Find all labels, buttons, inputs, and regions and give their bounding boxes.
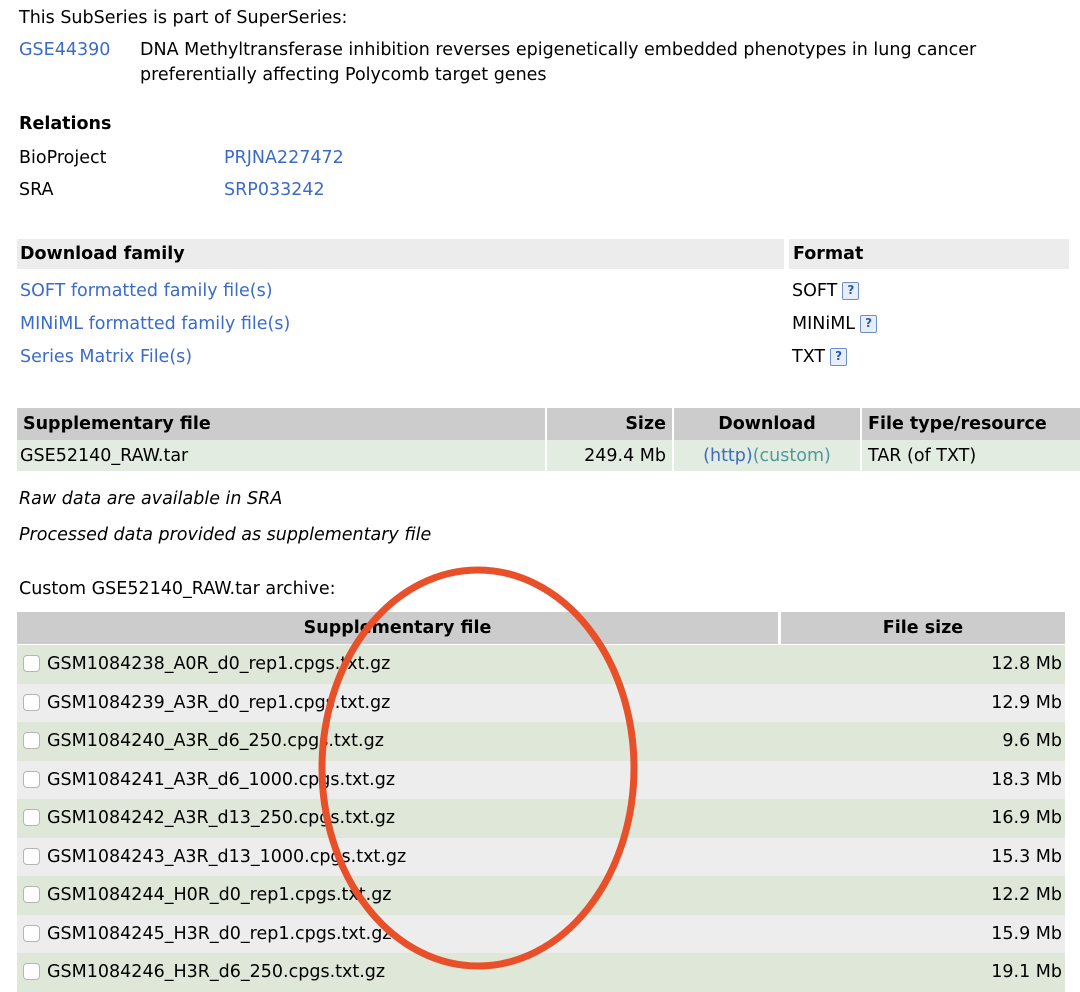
bioproject-link[interactable]: PRJNA227472 bbox=[224, 146, 344, 170]
archive-file-size: 12.9 Mb bbox=[991, 692, 1062, 713]
supplementary-file-table: Supplementary file Size Download File ty… bbox=[17, 408, 1080, 471]
archive-file-row: GSM1084241_A3R_d6_1000.cpgs.txt.gz 18.3 M… bbox=[17, 760, 1065, 799]
sra-link[interactable]: SRP033242 bbox=[224, 178, 325, 202]
archive-file-size: 12.8 Mb bbox=[991, 654, 1062, 674]
archive-file-name: GSM1084240_A3R_d6_250.cpgs.txt.gz bbox=[47, 731, 384, 751]
download-format-cell: SOFT? bbox=[792, 275, 860, 308]
file-select-checkbox[interactable] bbox=[23, 732, 40, 749]
archive-file-size: 16.9 Mb bbox=[991, 808, 1062, 828]
help-icon[interactable]: ? bbox=[842, 282, 860, 300]
archive-file-name: GSM1084241_A3R_d6_1000.cpgs.txt.gz bbox=[47, 769, 396, 790]
download-format-cell: MINiML? bbox=[792, 308, 878, 341]
format-label: TXT bbox=[792, 347, 826, 367]
file-select-checkbox[interactable] bbox=[23, 847, 40, 865]
archive-file-name: GSM1084238_A0R_d0_rep1.cpgs.txt.gz bbox=[47, 654, 391, 674]
superseries-title: DNA Methyltransferase inhibition reverse… bbox=[140, 40, 977, 85]
archive-file-size: 12.2 Mb bbox=[991, 885, 1062, 905]
archive-file-size: 15.3 Mb bbox=[991, 846, 1062, 867]
archive-file-name: GSM1084246_H3R_d6_250.cpgs.txt.gz bbox=[47, 962, 386, 982]
archive-file-name: GSM1084243_A3R_d13_1000.cpgs.txt.gz bbox=[47, 846, 407, 867]
custom-archive-row-list: GSM1084238_A0R_d0_rep1.cpgs.txt.gz 12.8 M… bbox=[17, 645, 1065, 992]
column-header-file-size: File size bbox=[781, 612, 1065, 644]
series-matrix-file-link[interactable]: Series Matrix File(s) bbox=[20, 341, 192, 374]
archive-file-row: GSM1084244_H0R_d0_rep1.cpgs.txt.gz 12.2 M… bbox=[17, 876, 1065, 915]
column-header-supplementary-file: Supplementary file bbox=[17, 408, 547, 440]
custom-archive-caption: Custom GSE52140_RAW.tar archive: bbox=[19, 579, 336, 599]
note-processed-data: Processed data provided as supplementary… bbox=[19, 525, 432, 545]
column-header-file-type: File type/resource bbox=[861, 408, 1080, 440]
supplementary-file-name: GSE52140_RAW.tar bbox=[17, 440, 547, 471]
download-custom-link[interactable]: (custom) bbox=[753, 446, 831, 466]
format-label: SOFT bbox=[792, 281, 838, 301]
note-raw-data: Raw data are available in SRA bbox=[19, 489, 283, 509]
file-select-checkbox[interactable] bbox=[23, 924, 40, 942]
archive-file-row: GSM1084246_H3R_d6_250.cpgs.txt.gz 19.1 Mb bbox=[17, 953, 1065, 992]
file-select-checkbox[interactable] bbox=[23, 963, 40, 980]
download-family-header: Download family Format bbox=[17, 239, 1069, 269]
file-select-checkbox[interactable] bbox=[23, 693, 40, 711]
format-label: MINiML bbox=[792, 314, 856, 334]
supplementary-file-size: 249.4 Mb bbox=[546, 440, 674, 471]
download-http-link[interactable]: (http) bbox=[703, 446, 753, 466]
table-row: GSE52140_RAW.tar 249.4 Mb (http)(custom)… bbox=[17, 440, 1080, 471]
download-family-row-soft: SOFT formatted family file(s) SOFT? bbox=[20, 275, 1060, 308]
file-select-checkbox[interactable] bbox=[23, 770, 40, 788]
file-select-checkbox[interactable] bbox=[23, 809, 40, 826]
relation-label: BioProject bbox=[19, 148, 107, 168]
archive-file-size: 18.3 Mb bbox=[991, 769, 1062, 790]
archive-file-row: GSM1084238_A0R_d0_rep1.cpgs.txt.gz 12.8 M… bbox=[17, 645, 1065, 684]
column-header-supplementary-file: Supplementary file bbox=[17, 612, 778, 644]
archive-file-row: GSM1084243_A3R_d13_1000.cpgs.txt.gz 15.3 … bbox=[17, 837, 1065, 876]
archive-file-name: GSM1084239_A3R_d0_rep1.cpgs.txt.gz bbox=[47, 692, 391, 713]
download-family-header-label: Download family bbox=[17, 239, 784, 269]
superseries-intro-text: This SubSeries is part of SuperSeries: bbox=[19, 8, 348, 28]
download-format-cell: TXT? bbox=[792, 341, 848, 374]
miniml-family-file-link[interactable]: MINiML formatted family file(s) bbox=[20, 308, 290, 341]
soft-family-file-link[interactable]: SOFT formatted family file(s) bbox=[20, 275, 273, 308]
archive-file-size: 15.9 Mb bbox=[991, 923, 1062, 944]
table-header-row: Supplementary file Size Download File ty… bbox=[17, 408, 1080, 440]
file-select-checkbox[interactable] bbox=[23, 655, 40, 672]
custom-archive-header: Supplementary file File size bbox=[17, 612, 1065, 644]
relations-heading: Relations bbox=[19, 114, 112, 134]
archive-file-row: GSM1084240_A3R_d6_250.cpgs.txt.gz 9.6 Mb bbox=[17, 722, 1065, 761]
download-family-format-label: Format bbox=[789, 239, 1069, 269]
download-family-row-miniml: MINiML formatted family file(s) MINiML? bbox=[20, 308, 1060, 341]
column-header-download: Download bbox=[673, 408, 862, 440]
help-icon[interactable]: ? bbox=[830, 348, 848, 366]
archive-file-row: GSM1084242_A3R_d13_250.cpgs.txt.gz 16.9 M… bbox=[17, 799, 1065, 838]
relation-label: SRA bbox=[19, 180, 54, 200]
archive-file-name: GSM1084245_H3R_d0_rep1.cpgs.txt.gz bbox=[47, 923, 392, 944]
help-icon[interactable]: ? bbox=[860, 315, 878, 333]
download-family-row-matrix: Series Matrix File(s) TXT? bbox=[20, 341, 1060, 374]
archive-file-size: 19.1 Mb bbox=[991, 962, 1062, 982]
archive-file-name: GSM1084244_H0R_d0_rep1.cpgs.txt.gz bbox=[47, 885, 392, 905]
archive-file-size: 9.6 Mb bbox=[1002, 731, 1062, 751]
file-select-checkbox[interactable] bbox=[23, 886, 40, 903]
column-header-size: Size bbox=[546, 408, 674, 440]
archive-file-name: GSM1084242_A3R_d13_250.cpgs.txt.gz bbox=[47, 808, 396, 828]
archive-file-row: GSM1084239_A3R_d0_rep1.cpgs.txt.gz 12.9 M… bbox=[17, 683, 1065, 722]
archive-file-row: GSM1084245_H3R_d0_rep1.cpgs.txt.gz 15.9 M… bbox=[17, 914, 1065, 953]
superseries-accession-link[interactable]: GSE44390 bbox=[19, 38, 110, 63]
supplementary-file-type: TAR (of TXT) bbox=[861, 440, 1080, 471]
supplementary-file-download-cell: (http)(custom) bbox=[673, 440, 862, 471]
